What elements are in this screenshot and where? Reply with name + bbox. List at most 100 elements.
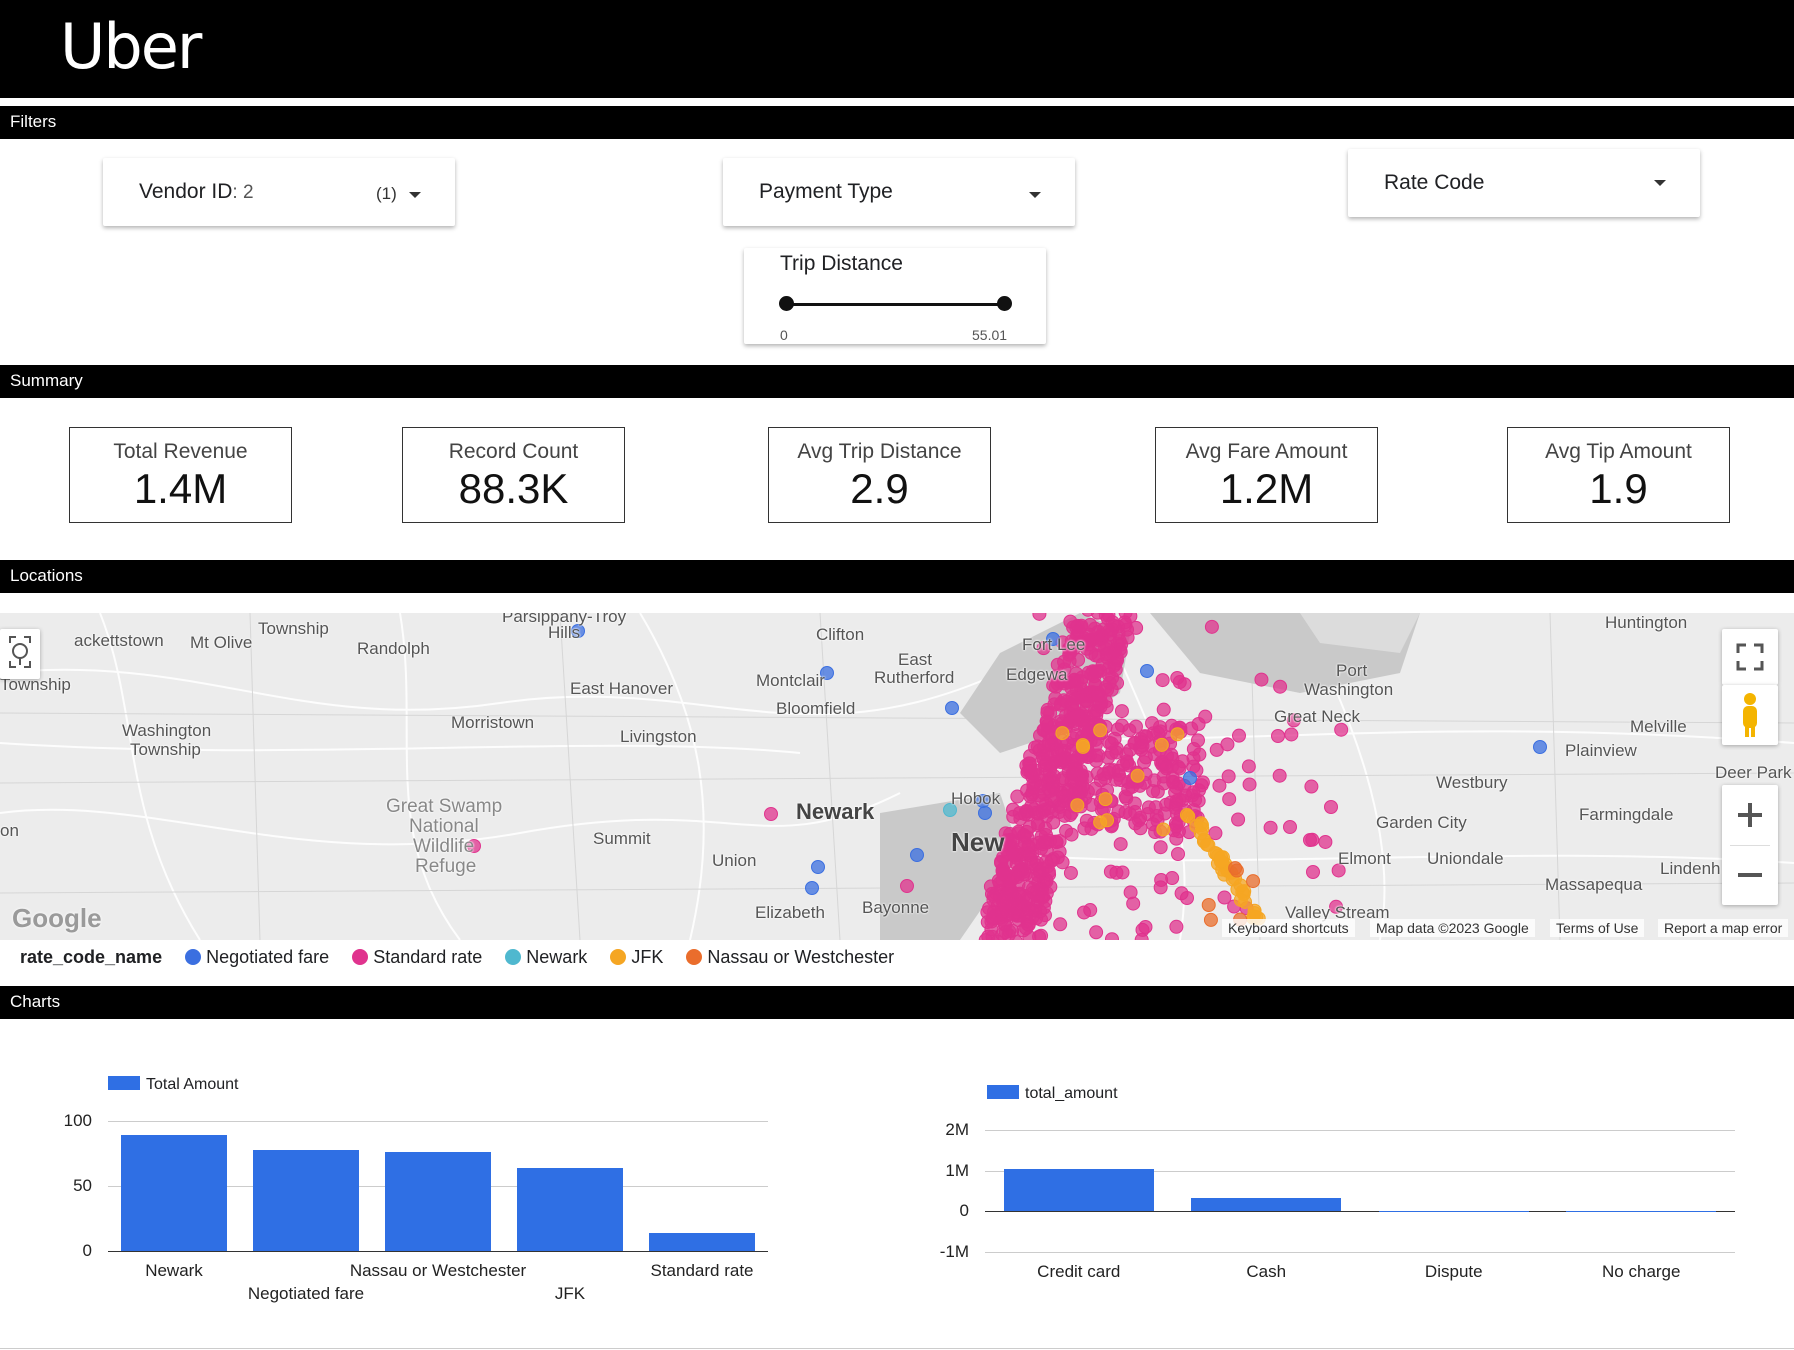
trip-point xyxy=(900,879,914,893)
map-place-label: Summit xyxy=(593,829,651,848)
trip-locations-map[interactable]: ackettstown Mt Olive Township Randolph P… xyxy=(0,613,1794,940)
slider-min-handle[interactable] xyxy=(779,296,794,311)
map-place-label: Great Neck xyxy=(1274,707,1360,726)
trip-point xyxy=(1065,712,1080,727)
trip-point xyxy=(1169,819,1184,834)
map-place-label: Lindenh xyxy=(1660,859,1721,878)
bar[interactable] xyxy=(648,1232,756,1251)
section-header-charts: Charts xyxy=(0,986,1794,1019)
map-legend: rate_code_name Negotiated fare Standard … xyxy=(20,947,894,968)
legend-item-newark[interactable]: Newark xyxy=(505,947,587,967)
trip-point xyxy=(1155,673,1170,688)
kpi-avg-tip-amount: Avg Tip Amount 1.9 xyxy=(1507,427,1730,523)
section-title: Charts xyxy=(10,992,61,1011)
trip-point xyxy=(1093,773,1108,788)
vendor-id-dropdown[interactable]: Vendor ID: 2 (1) xyxy=(103,158,455,226)
trip-point xyxy=(1025,846,1040,861)
trip-point xyxy=(1306,865,1320,879)
bar[interactable] xyxy=(1003,1168,1154,1212)
legend-swatch xyxy=(987,1085,1019,1099)
map-place-label: Hills xyxy=(548,623,581,642)
legend-dot xyxy=(686,949,703,965)
trip-point xyxy=(1128,816,1143,831)
legend-item-standard-rate[interactable]: Standard rate xyxy=(352,947,482,967)
vendor-id-value: : 2 xyxy=(232,182,254,203)
location-reset-button[interactable] xyxy=(0,629,40,679)
bar[interactable] xyxy=(1378,1211,1529,1213)
trip-point xyxy=(1183,771,1197,785)
legend-item-jfk[interactable]: JFK xyxy=(610,947,663,967)
zoom-out-button[interactable] xyxy=(1722,845,1778,905)
map-place-label: Massapequa xyxy=(1545,875,1643,894)
bar[interactable] xyxy=(1566,1211,1717,1213)
map-data-attribution: Map data ©2023 Google xyxy=(1370,919,1535,937)
slider-max-handle[interactable] xyxy=(997,296,1012,311)
chevron-down-icon xyxy=(1654,180,1666,186)
trip-point xyxy=(1263,820,1278,835)
trip-point xyxy=(995,894,1010,909)
trip-point xyxy=(1324,800,1338,814)
trip-point xyxy=(1114,704,1129,719)
gridline xyxy=(108,1251,768,1252)
bar[interactable] xyxy=(120,1135,228,1251)
y-tick-label: 100 xyxy=(63,1111,92,1130)
terms-of-use-link[interactable]: Terms of Use xyxy=(1550,919,1645,937)
map-place-label: Township xyxy=(130,740,201,759)
trip-point xyxy=(1303,833,1317,847)
legend-item-negotiated-fare[interactable]: Negotiated fare xyxy=(185,947,329,967)
zoom-in-icon xyxy=(1738,803,1762,827)
trip-point xyxy=(1036,900,1051,915)
trip-point xyxy=(1129,620,1144,635)
zoom-in-button[interactable] xyxy=(1722,785,1778,845)
map-place-label: East xyxy=(898,650,933,669)
bar[interactable] xyxy=(516,1167,624,1251)
map-place-label: Union xyxy=(712,851,757,870)
rate-code-dropdown[interactable]: Rate Code xyxy=(1348,149,1700,217)
trip-point xyxy=(945,701,959,715)
trip-point xyxy=(1156,702,1171,717)
report-map-error-link[interactable]: Report a map error xyxy=(1658,919,1789,937)
y-tick-label: 2M xyxy=(945,1120,969,1139)
trip-point xyxy=(1084,797,1099,812)
trip-point xyxy=(1154,737,1169,752)
kpi-record-count: Record Count 88.3K xyxy=(402,427,625,523)
payment-type-dropdown[interactable]: Payment Type xyxy=(723,158,1075,226)
trip-point xyxy=(1100,813,1115,828)
trip-point xyxy=(1228,861,1243,876)
section-title: Filters xyxy=(10,112,57,131)
bar[interactable] xyxy=(252,1149,360,1251)
map-place-label: Wildlife xyxy=(413,836,475,857)
trip-point xyxy=(805,881,819,895)
legend-dot xyxy=(352,949,369,965)
trip-point xyxy=(1055,726,1070,741)
bar[interactable] xyxy=(384,1152,492,1251)
chevron-down-icon xyxy=(1029,192,1041,198)
chart-legend: total_amount xyxy=(987,1085,1118,1103)
map-place-label: National xyxy=(409,816,479,837)
location-reset-icon xyxy=(9,636,31,668)
x-category-label: Nassau or Westchester xyxy=(349,1261,527,1280)
slider-min-value: 0 xyxy=(780,327,788,343)
section-title: Summary xyxy=(10,371,83,390)
vendor-id-count: (1) xyxy=(376,184,397,203)
trip-point xyxy=(1080,784,1095,799)
kpi-title: Record Count xyxy=(448,440,579,463)
kpi-value: 1.4M xyxy=(133,465,228,512)
trip-point xyxy=(1064,774,1079,789)
section-header-locations: Locations xyxy=(0,560,1794,593)
trip-point xyxy=(1113,644,1128,659)
bar[interactable] xyxy=(1191,1197,1342,1212)
street-view-button[interactable] xyxy=(1722,685,1778,745)
trip-point xyxy=(1014,861,1029,876)
trip-point xyxy=(1201,897,1216,912)
trip-point xyxy=(1063,865,1078,880)
fullscreen-button[interactable] xyxy=(1722,629,1778,685)
map-place-label: Farmingdale xyxy=(1579,805,1674,824)
legend-item-nassau-or-westchester[interactable]: Nassau or Westchester xyxy=(686,947,894,967)
keyboard-shortcuts-link[interactable]: Keyboard shortcuts xyxy=(1222,919,1355,937)
trip-point xyxy=(910,848,924,862)
slider-max-value: 55.01 xyxy=(972,327,1008,343)
trip-point xyxy=(1053,917,1068,932)
x-category-label: Negotiated fare xyxy=(247,1284,365,1303)
trip-point xyxy=(1113,837,1128,852)
